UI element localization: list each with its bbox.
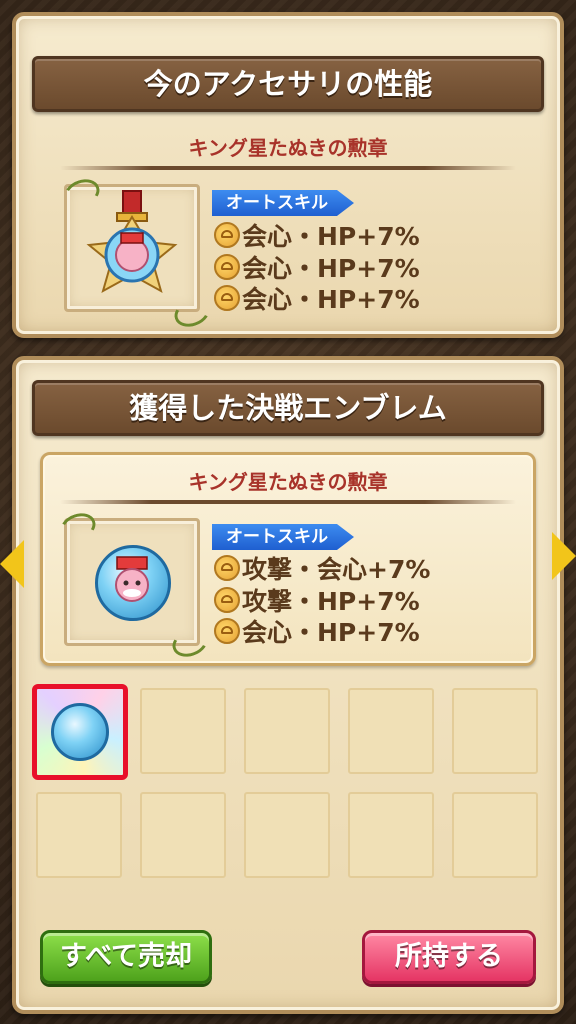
muscle-arm-icon xyxy=(214,618,240,644)
current-skill-text: 会心・HP+7% xyxy=(242,285,420,314)
emblem-slot[interactable] xyxy=(244,688,330,774)
current-divider xyxy=(60,166,516,170)
sell-all-button[interactable]: すべて売却 xyxy=(40,930,212,984)
acquired-skill-text: 会心・HP+7% xyxy=(242,618,420,647)
keep-button[interactable]: 所持する xyxy=(362,930,536,984)
acquired-divider xyxy=(60,500,516,504)
current-skill-tag: オートスキル xyxy=(212,190,354,216)
current-skill-text: 会心・HP+7% xyxy=(242,222,420,251)
emblem-slot[interactable] xyxy=(348,792,434,878)
acquired-skill-line: 攻撃・会心+7% xyxy=(214,553,431,584)
emblem-slot[interactable] xyxy=(140,688,226,774)
muscle-arm-icon xyxy=(214,222,240,248)
current-item-name: キング星たぬきの勲章 xyxy=(188,136,388,160)
current-skill-line: 会心・HP+7% xyxy=(214,283,420,314)
acquired-skill-tag: オートスキル xyxy=(212,524,354,550)
emblem-slot[interactable] xyxy=(348,688,434,774)
muscle-arm-icon xyxy=(214,555,240,581)
acquired-skill-line: 会心・HP+7% xyxy=(214,616,420,647)
emblem-slot[interactable] xyxy=(36,792,122,878)
acquired-item-name: キング星たぬきの勲章 xyxy=(188,470,388,494)
muscle-arm-icon xyxy=(214,587,240,613)
previous-arrow-icon[interactable] xyxy=(0,540,24,588)
emblem-icon xyxy=(51,703,109,761)
current-skill-line: 会心・HP+7% xyxy=(214,252,420,283)
tanuki-face-icon xyxy=(115,556,149,602)
muscle-arm-icon xyxy=(214,285,240,311)
emblem-slot[interactable] xyxy=(244,792,330,878)
emblem-slot[interactable] xyxy=(140,792,226,878)
emblem-slot[interactable] xyxy=(452,688,538,774)
medal-icon xyxy=(86,190,178,294)
acquired-skill-text: 攻撃・会心+7% xyxy=(242,555,431,584)
current-accessory-title: 今のアクセサリの性能 xyxy=(32,56,544,112)
next-arrow-icon[interactable] xyxy=(552,532,576,580)
emblem-slot[interactable] xyxy=(452,792,538,878)
emblem-slot-selected[interactable] xyxy=(32,684,128,780)
acquired-emblem-title: 獲得した決戦エンブレム xyxy=(32,380,544,436)
acquired-skill-line: 攻撃・HP+7% xyxy=(214,585,420,616)
current-skill-line: 会心・HP+7% xyxy=(214,220,420,251)
muscle-arm-icon xyxy=(214,254,240,280)
